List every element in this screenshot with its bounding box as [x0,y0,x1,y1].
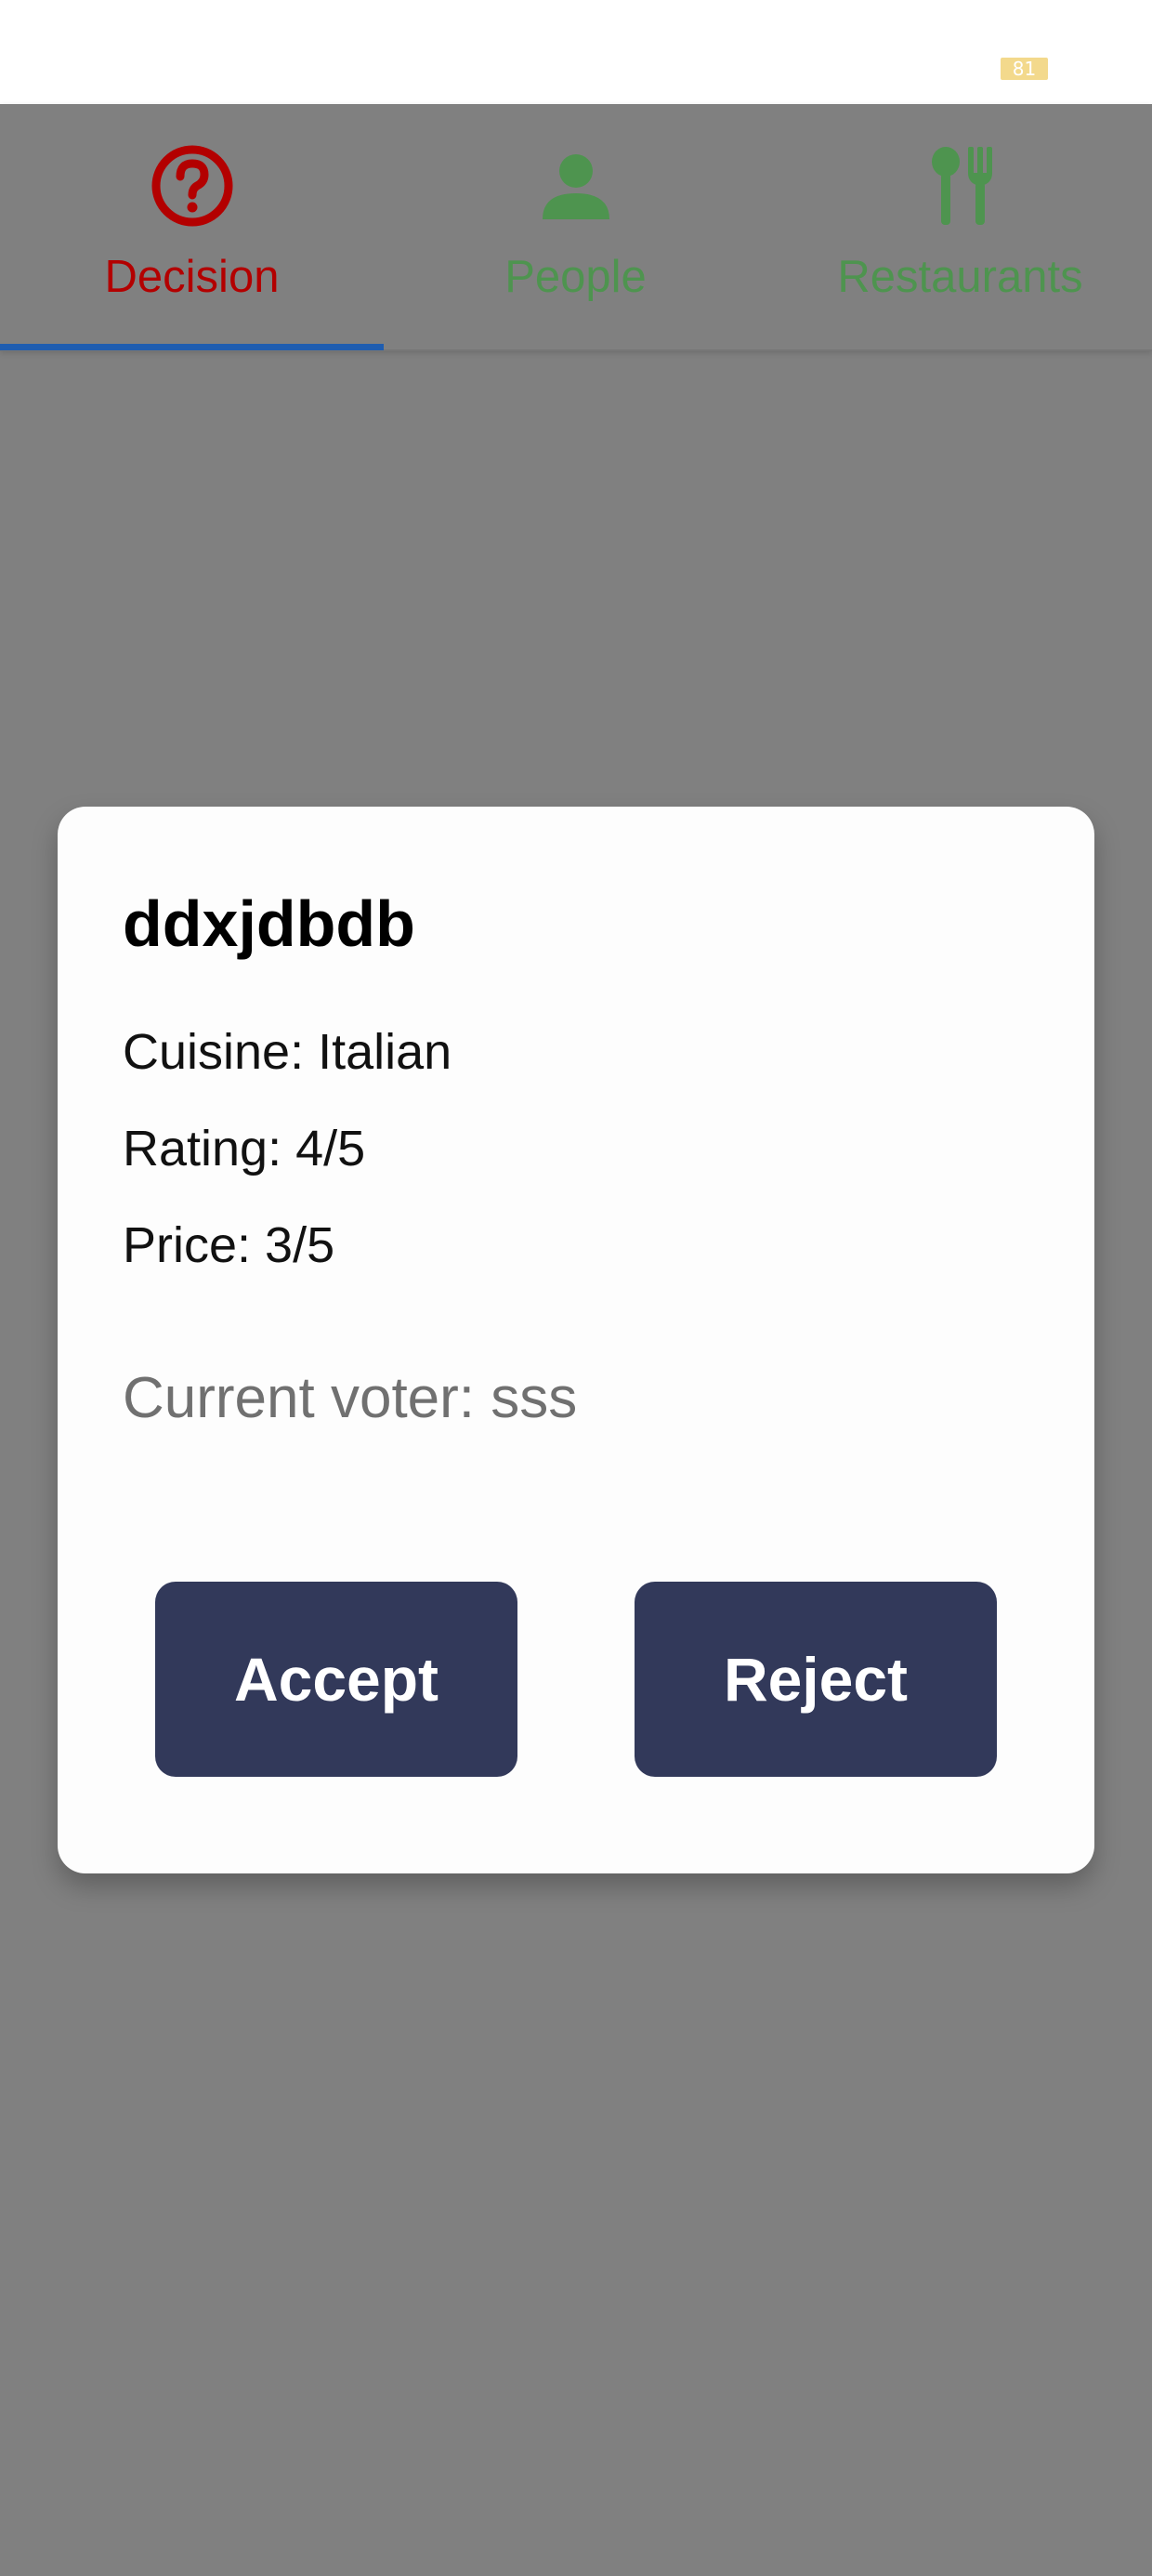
tab-label: People [504,252,647,302]
tab-restaurants[interactable]: Restaurants [768,104,1152,349]
cuisine-text: Cuisine: Italian [123,1024,452,1080]
tab-indicator [0,344,384,350]
current-voter-text: Current voter: sss [123,1366,578,1430]
tab-label: Restaurants [837,252,1083,302]
price-text: Price: 3/5 [123,1217,335,1273]
person-icon [542,154,609,219]
tab-people[interactable]: People [384,104,767,349]
status-bar: 81 [0,0,1152,104]
accept-button[interactable]: Accept [155,1582,517,1777]
rating-text: Rating: 4/5 [123,1121,366,1176]
fork-knife-icon [931,147,992,225]
question-circle-icon [151,145,232,227]
reject-button[interactable]: Reject [635,1582,997,1777]
battery-icon: 81 [1001,58,1048,80]
restaurant-vote-dialog: ddxjdbdb Cuisine: Italian Rating: 4/5 Pr… [58,807,1094,1873]
tab-bar: Decision People Restaurants [0,104,1152,351]
tab-decision[interactable]: Decision [0,104,384,349]
tab-label: Decision [104,252,280,302]
restaurant-name: ddxjdbdb [123,887,415,960]
